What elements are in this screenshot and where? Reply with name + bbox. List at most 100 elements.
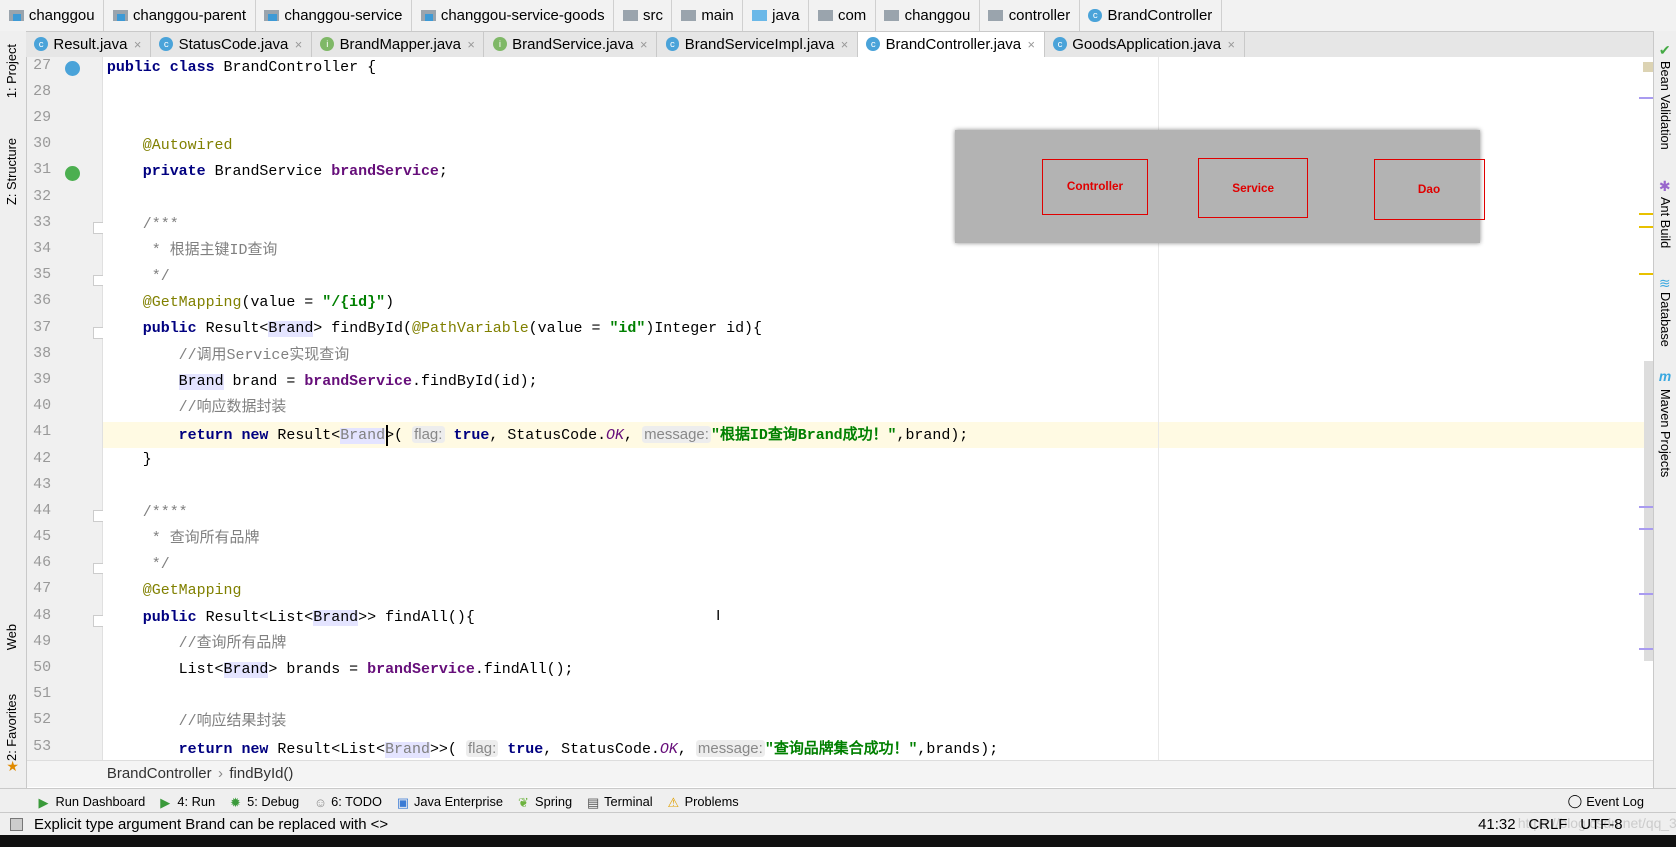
code-line[interactable]: /*** bbox=[107, 213, 179, 239]
maven-projects-tool-button[interactable]: Maven Projects bbox=[1658, 389, 1673, 477]
code-line[interactable]: /**** bbox=[107, 501, 188, 527]
code-line[interactable]: @Autowired bbox=[107, 134, 233, 160]
tab-brandcontroller[interactable]: c BrandController.java × bbox=[857, 32, 1045, 57]
line-separator-selector[interactable]: CRLF bbox=[1528, 816, 1567, 833]
bean-validation-tool-button[interactable]: Bean Validation bbox=[1658, 61, 1673, 150]
code-token: //响应结果封装 bbox=[106, 714, 287, 731]
breadcrumb-item[interactable]: java bbox=[743, 0, 810, 31]
code-line[interactable]: public Result<List<Brand>> findAll(){ bbox=[107, 606, 475, 632]
tab-label: BrandService.java bbox=[512, 35, 634, 53]
code-token: "id" bbox=[609, 321, 646, 338]
tool-windows-toggle-icon[interactable] bbox=[9, 817, 24, 832]
close-tab-icon[interactable]: × bbox=[467, 37, 474, 52]
close-tab-icon[interactable]: × bbox=[1227, 37, 1234, 52]
tool-window--debug[interactable]: ✹ 5: Debug bbox=[230, 794, 299, 810]
usage-stripe-mark[interactable] bbox=[1638, 505, 1653, 508]
tool-window-terminal[interactable]: ▤ Terminal bbox=[587, 794, 653, 810]
close-tab-icon[interactable]: × bbox=[640, 37, 647, 52]
breadcrumb-item[interactable]: changgou bbox=[876, 0, 980, 31]
code-line[interactable]: Brand brand = brandService.findById(id); bbox=[107, 370, 538, 396]
favorites-tool-button[interactable]: 2: Favorites bbox=[4, 694, 19, 761]
code-line[interactable]: * 根据主键ID查询 bbox=[107, 239, 278, 265]
tool-window--run[interactable]: ▶ 4: Run bbox=[160, 794, 215, 810]
editor-scrollbar[interactable] bbox=[1643, 361, 1653, 661]
tab-statuscode[interactable]: c StatusCode.java × bbox=[151, 32, 312, 57]
tool-window-run-dashboard[interactable]: ▶ Run Dashboard bbox=[38, 794, 145, 810]
code-line[interactable]: } bbox=[107, 448, 152, 474]
code-line[interactable]: @GetMapping bbox=[107, 579, 242, 605]
breadcrumb-item[interactable]: controller bbox=[980, 0, 1080, 31]
code-line[interactable]: List<Brand> brands = brandService.findAl… bbox=[107, 658, 574, 684]
ant-build-tool-button[interactable]: Ant Build bbox=[1658, 197, 1673, 248]
breadcrumb-item[interactable]: changgou-service bbox=[256, 0, 412, 31]
class-icon: c bbox=[665, 37, 680, 52]
code-token: "/{id}" bbox=[322, 295, 386, 312]
close-tab-icon[interactable]: × bbox=[1027, 37, 1034, 52]
close-tab-icon[interactable]: × bbox=[295, 37, 302, 52]
breadcrumb-item[interactable]: c BrandController bbox=[1080, 0, 1222, 31]
web-tool-button[interactable]: Web bbox=[4, 624, 19, 650]
code-line[interactable]: //查询所有品牌 bbox=[107, 632, 287, 658]
tool-window-java-enterprise[interactable]: ▣ Java Enterprise bbox=[397, 794, 503, 810]
code-line[interactable]: */ bbox=[107, 553, 170, 579]
breadcrumb-item[interactable]: changgou bbox=[0, 0, 105, 31]
package-icon bbox=[988, 9, 1004, 22]
line-number: 50 bbox=[33, 660, 52, 677]
code-line[interactable]: public class BrandController { bbox=[107, 57, 376, 82]
line-number: 52 bbox=[33, 712, 52, 729]
tool-window-label: Spring bbox=[535, 793, 573, 809]
line-number: 43 bbox=[33, 476, 52, 493]
tab-brandserviceimpl[interactable]: c BrandServiceImpl.java × bbox=[657, 32, 858, 57]
class-gutter-icon[interactable] bbox=[65, 60, 81, 76]
code-line[interactable]: private BrandService brandService; bbox=[107, 160, 448, 186]
code-line[interactable]: @GetMapping(value = "/{id}") bbox=[107, 291, 394, 317]
code-token: true bbox=[498, 742, 544, 759]
close-tab-icon[interactable]: × bbox=[134, 37, 141, 52]
structure-tool-button[interactable]: Z: Structure bbox=[4, 138, 19, 205]
breadcrumb-item[interactable]: changgou-parent bbox=[104, 0, 256, 31]
code-token: Result<List< bbox=[205, 609, 314, 626]
usage-stripe-mark[interactable] bbox=[1638, 593, 1653, 596]
package-icon bbox=[884, 9, 900, 22]
code-line[interactable]: return new Result<Brand>( flag: true, St… bbox=[102, 422, 1653, 448]
warning-stripe-mark[interactable] bbox=[1638, 225, 1653, 228]
tool-window--todo[interactable]: ☺ 6: TODO bbox=[314, 794, 382, 810]
tab-result[interactable]: c Result.java × bbox=[26, 32, 151, 57]
code-line[interactable]: //响应数据封装 bbox=[107, 396, 287, 422]
usage-stripe-mark[interactable] bbox=[1638, 647, 1653, 650]
breadcrumb-item[interactable]: src bbox=[614, 0, 673, 31]
tab-goodsapplication[interactable]: c GoodsApplication.java × bbox=[1045, 32, 1245, 57]
breadcrumb-item[interactable]: main bbox=[672, 0, 744, 31]
warning-stripe-mark[interactable] bbox=[1638, 272, 1653, 275]
parameter-hint: message: bbox=[641, 426, 712, 444]
code-line[interactable]: */ bbox=[107, 265, 170, 291]
code-token: ,brand); bbox=[896, 428, 969, 445]
tab-brandmapper[interactable]: i BrandMapper.java × bbox=[312, 32, 485, 57]
close-tab-icon[interactable]: × bbox=[841, 37, 848, 52]
caret-position[interactable]: 41:32 bbox=[1478, 816, 1515, 833]
project-tool-button[interactable]: 1: Project bbox=[4, 44, 19, 98]
usage-stripe-mark[interactable] bbox=[1638, 528, 1653, 531]
tool-window-problems[interactable]: ⚠ Problems bbox=[668, 794, 739, 810]
breadcrumb-class[interactable]: BrandController bbox=[107, 765, 212, 782]
code-line[interactable]: //响应结果封装 bbox=[106, 710, 287, 736]
breadcrumb-item[interactable]: com bbox=[809, 0, 876, 31]
code-line[interactable]: * 查询所有品牌 bbox=[107, 527, 260, 553]
code-token: /*** bbox=[106, 216, 179, 233]
encoding-selector[interactable]: UTF-8 bbox=[1580, 816, 1622, 833]
event-log-button[interactable]: Event Log bbox=[1586, 794, 1644, 809]
code-line[interactable]: public Result<Brand> findById(@PathVaria… bbox=[107, 317, 762, 343]
error-stripe-mark[interactable] bbox=[1638, 97, 1653, 100]
tab-brandservice[interactable]: i BrandService.java × bbox=[484, 32, 657, 57]
tool-window-spring[interactable]: ❦ Spring bbox=[518, 793, 573, 810]
breadcrumb-item[interactable]: changgou-service-goods bbox=[412, 0, 615, 31]
inspection-status-icon[interactable] bbox=[1642, 61, 1653, 72]
breadcrumb-method[interactable]: findById() bbox=[229, 765, 293, 782]
autowired-gutter-icon[interactable] bbox=[65, 165, 81, 181]
line-number: 51 bbox=[33, 686, 52, 703]
code-line[interactable]: return new Result<List<Brand>>( flag: tr… bbox=[107, 736, 998, 760]
class-icon: c bbox=[1088, 8, 1103, 23]
code-line[interactable]: //调用Service实现查询 bbox=[107, 344, 350, 370]
database-tool-button[interactable]: Database bbox=[1658, 292, 1673, 347]
warning-stripe-mark[interactable] bbox=[1638, 212, 1653, 215]
